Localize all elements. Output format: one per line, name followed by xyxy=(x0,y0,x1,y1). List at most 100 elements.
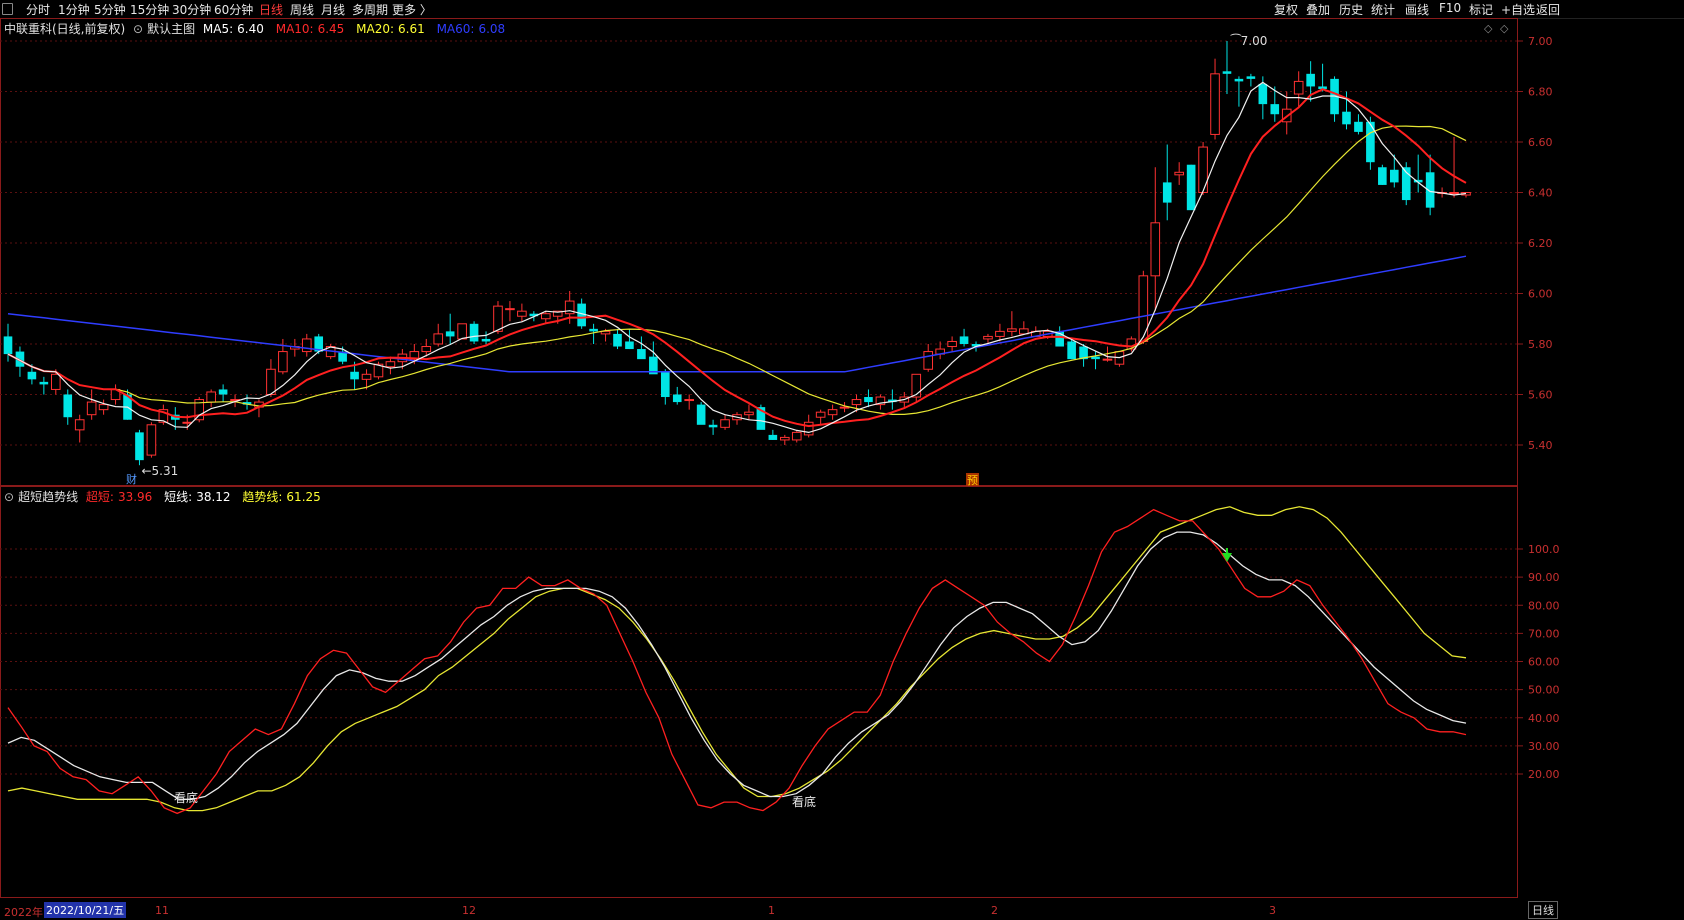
candle-body-up xyxy=(911,373,922,398)
indicator-tick-label: 80.00 xyxy=(1528,599,1560,612)
price-tick-label: 7.00 xyxy=(1528,35,1553,48)
candle-body-up xyxy=(780,436,790,441)
candle-body-up xyxy=(995,330,1005,337)
candle-body-down xyxy=(1162,182,1172,203)
stock-title[interactable]: 中联重科(日线,前复权) xyxy=(4,22,125,36)
candle-body-up xyxy=(98,404,109,411)
indicator-tick-label: 60.00 xyxy=(1528,656,1560,669)
short-label: 短线: 38.12 xyxy=(164,490,231,504)
candle-body-down xyxy=(1067,341,1076,360)
panel-diamond-icon: ◇ xyxy=(1484,22,1493,35)
candle-body-down xyxy=(1246,76,1256,79)
candle-body-up xyxy=(815,411,826,418)
ma5-line xyxy=(7,81,1467,434)
candle-body-down xyxy=(350,371,359,380)
candle-body-down xyxy=(135,432,144,461)
candle-body-up xyxy=(266,368,276,395)
indicator-tick-label: 30.00 xyxy=(1528,740,1560,753)
price-tick-label: 6.60 xyxy=(1528,136,1553,149)
month-label-3: 3 xyxy=(1269,904,1276,917)
candle-body-down xyxy=(3,336,13,355)
period-box[interactable]: 日线 xyxy=(1528,901,1558,919)
price-tick-label: 5.60 xyxy=(1528,389,1553,402)
month-label-2: 2 xyxy=(991,904,998,917)
candle-body-up xyxy=(74,419,85,431)
candle-body-up xyxy=(301,338,312,353)
candle-body-up xyxy=(827,409,838,416)
candle-body-down xyxy=(481,338,491,342)
candle-body-up xyxy=(505,308,515,311)
super-short-label: 超短: 33.96 xyxy=(85,490,153,504)
candle-body-up xyxy=(1210,73,1220,135)
indicator-tick-label: 40.00 xyxy=(1528,712,1560,725)
candle-body-up xyxy=(361,373,372,380)
earnings-event-label: 财 xyxy=(126,472,137,486)
candle-body-down xyxy=(637,349,646,360)
trend-label: 趋势线: 61.25 xyxy=(242,490,321,504)
min-price-marker: ←5.31 xyxy=(141,464,178,478)
indicator-title[interactable]: 超短趋势线 xyxy=(18,490,78,504)
candle-body-down xyxy=(768,434,778,440)
candle-body-down xyxy=(445,331,455,337)
ma10-line xyxy=(7,88,1467,428)
price-tick-label: 6.00 xyxy=(1528,288,1553,301)
candle-body-down xyxy=(1389,169,1399,183)
candle-body-down xyxy=(218,389,228,395)
indicator-dropdown-icon[interactable]: ⊙ xyxy=(4,490,14,504)
forecast-event-label: 预 xyxy=(967,474,978,487)
candle-body-up xyxy=(493,305,503,332)
ma5-label: MA5: 6.40 xyxy=(202,22,264,36)
price-tick-label: 5.80 xyxy=(1528,338,1553,351)
candle-body-up xyxy=(1102,358,1113,361)
candle-body-up xyxy=(146,424,157,456)
candle-body-down xyxy=(864,397,873,403)
price-tick-label: 5.40 xyxy=(1528,439,1553,452)
bottom-signal-label: 看底 xyxy=(174,790,198,805)
indicator-tick-label: 70.00 xyxy=(1528,627,1560,640)
ma10-label: MA10: 6.45 xyxy=(275,22,345,36)
candle-body-down xyxy=(708,424,718,428)
candle-body-down xyxy=(63,394,73,418)
candle-body-down xyxy=(1258,83,1268,105)
template-label[interactable]: 默认主图 xyxy=(147,22,195,36)
candle-body-up xyxy=(206,391,216,403)
candle-body-up xyxy=(1138,275,1149,342)
indicator-legend: ⊙ 超短趋势线 超短: 33.96 短线: 38.12 趋势线: 61.25 xyxy=(4,488,329,505)
candle-body-down xyxy=(589,328,598,332)
candle-body-up xyxy=(839,406,850,409)
candle-body-up xyxy=(1007,328,1017,332)
trend-line xyxy=(7,506,1467,812)
candle-body-down xyxy=(1234,78,1244,82)
indicator-tick-label: 20.00 xyxy=(1528,768,1560,781)
candle-body-up xyxy=(1293,80,1304,95)
candle-body-down xyxy=(1270,104,1280,115)
candle-body-up xyxy=(744,411,754,416)
indicator-tick-label: 50.00 xyxy=(1528,684,1560,697)
candle-body-up xyxy=(1449,192,1459,194)
candle-body-down xyxy=(696,404,706,425)
ma60-label: MA60: 6.08 xyxy=(436,22,506,36)
candle-body-up xyxy=(540,313,551,320)
price-tick-label: 6.80 xyxy=(1528,86,1553,99)
candle-body-down xyxy=(1186,164,1196,211)
candle-body-up xyxy=(517,310,527,317)
candle-body-up xyxy=(421,346,432,353)
month-label-12: 12 xyxy=(462,904,476,917)
candle-body-up xyxy=(720,419,730,428)
candle-body-down xyxy=(625,341,634,350)
max-price-marker: ⁀7.00 xyxy=(1230,33,1267,48)
candle-body-up xyxy=(182,421,193,424)
candle-body-down xyxy=(672,394,682,403)
candle-body-up xyxy=(923,351,934,370)
candle-body-down xyxy=(660,371,670,398)
candle-body-up xyxy=(851,399,862,406)
candle-body-down xyxy=(469,323,479,342)
candle-body-down xyxy=(39,381,49,385)
month-label-11: 11 xyxy=(155,904,169,917)
indicator-tick-label: 90.00 xyxy=(1528,571,1560,584)
main-chart-svg[interactable]: 7.00 6.80 6.60 6.40 6.20 6.00 5.80 5.60 5.40 ⁀7.0… xyxy=(0,0,1684,918)
panel-close-icon: ◇ xyxy=(1500,22,1509,35)
candle-body-down xyxy=(959,336,969,344)
template-dropdown-icon[interactable]: ⊙ xyxy=(133,22,143,36)
main-legend: 中联重科(日线,前复权) ⊙ 默认主图 MA5: 6.40 MA10: 6.45 MA… xyxy=(4,20,513,37)
